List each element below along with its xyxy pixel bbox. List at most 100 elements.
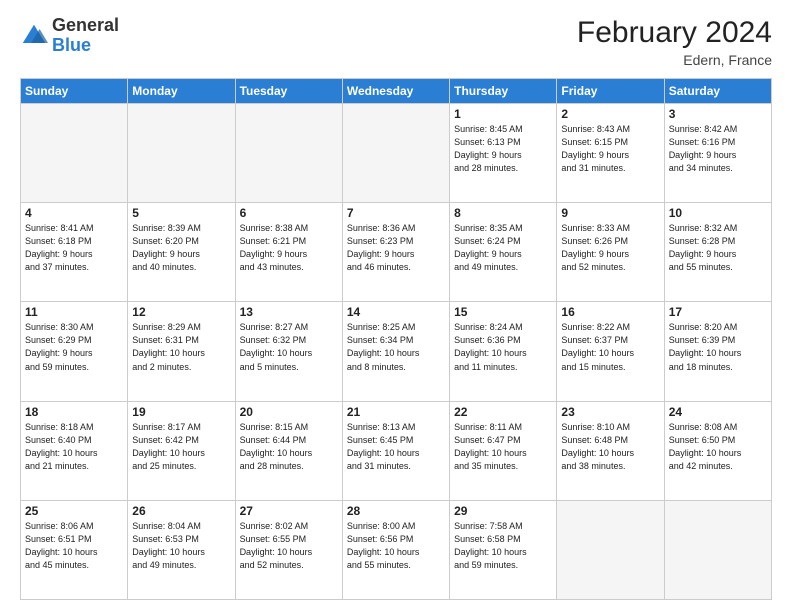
day-number: 14 xyxy=(347,305,445,319)
calendar-cell: 14 Sunrise: 8:25 AM Sunset: 6:34 PM Dayli… xyxy=(342,302,449,401)
day-info: Sunrise: 8:11 AM Sunset: 6:47 PM Dayligh… xyxy=(454,421,552,473)
day-number: 7 xyxy=(347,206,445,220)
day-info: Sunrise: 8:41 AM Sunset: 6:18 PM Dayligh… xyxy=(25,222,123,274)
calendar-cell: 26 Sunrise: 8:04 AM Sunset: 6:53 PM Dayli… xyxy=(128,500,235,599)
logo-blue: Blue xyxy=(52,35,91,55)
day-number: 25 xyxy=(25,504,123,518)
day-info: Sunrise: 8:17 AM Sunset: 6:42 PM Dayligh… xyxy=(132,421,230,473)
calendar-cell: 19 Sunrise: 8:17 AM Sunset: 6:42 PM Dayli… xyxy=(128,401,235,500)
calendar-header-tuesday: Tuesday xyxy=(235,79,342,104)
calendar-cell: 18 Sunrise: 8:18 AM Sunset: 6:40 PM Dayli… xyxy=(21,401,128,500)
day-info: Sunrise: 8:36 AM Sunset: 6:23 PM Dayligh… xyxy=(347,222,445,274)
day-number: 18 xyxy=(25,405,123,419)
calendar-cell xyxy=(557,500,664,599)
day-number: 3 xyxy=(669,107,767,121)
day-number: 23 xyxy=(561,405,659,419)
day-info: Sunrise: 8:42 AM Sunset: 6:16 PM Dayligh… xyxy=(669,123,767,175)
calendar-header-row: SundayMondayTuesdayWednesdayThursdayFrid… xyxy=(21,79,772,104)
day-number: 11 xyxy=(25,305,123,319)
calendar: SundayMondayTuesdayWednesdayThursdayFrid… xyxy=(20,78,772,600)
day-number: 21 xyxy=(347,405,445,419)
day-number: 20 xyxy=(240,405,338,419)
calendar-week-1: 4 Sunrise: 8:41 AM Sunset: 6:18 PM Daylig… xyxy=(21,203,772,302)
day-info: Sunrise: 8:20 AM Sunset: 6:39 PM Dayligh… xyxy=(669,321,767,373)
calendar-cell xyxy=(21,104,128,203)
calendar-cell: 27Sunrise: 8:02 AM Sunset: 6:55 PM Dayli… xyxy=(235,500,342,599)
day-number: 24 xyxy=(669,405,767,419)
location: Edern, France xyxy=(577,52,772,68)
day-number: 9 xyxy=(561,206,659,220)
calendar-header-saturday: Saturday xyxy=(664,79,771,104)
day-info: Sunrise: 8:18 AM Sunset: 6:40 PM Dayligh… xyxy=(25,421,123,473)
day-info: Sunrise: 8:00 AM Sunset: 6:56 PM Dayligh… xyxy=(347,520,445,572)
calendar-cell xyxy=(342,104,449,203)
day-info: Sunrise: 8:15 AM Sunset: 6:44 PM Dayligh… xyxy=(240,421,338,473)
day-info: Sunrise: 8:38 AM Sunset: 6:21 PM Dayligh… xyxy=(240,222,338,274)
logo-text: General Blue xyxy=(52,16,119,56)
calendar-cell: 2 Sunrise: 8:43 AM Sunset: 6:15 PM Daylig… xyxy=(557,104,664,203)
day-number: 5 xyxy=(132,206,230,220)
day-number: 26 xyxy=(132,504,230,518)
day-number: 10 xyxy=(669,206,767,220)
month-year: February 2024 xyxy=(577,16,772,50)
day-number: 6 xyxy=(240,206,338,220)
day-number: 13 xyxy=(240,305,338,319)
calendar-cell: 7 Sunrise: 8:36 AM Sunset: 6:23 PM Daylig… xyxy=(342,203,449,302)
calendar-header-thursday: Thursday xyxy=(450,79,557,104)
day-number: 2 xyxy=(561,107,659,121)
page: General Blue February 2024 Edern, France… xyxy=(0,0,792,612)
day-info: Sunrise: 8:10 AM Sunset: 6:48 PM Dayligh… xyxy=(561,421,659,473)
day-number: 4 xyxy=(25,206,123,220)
day-number: 29 xyxy=(454,504,552,518)
calendar-cell: 12 Sunrise: 8:29 AM Sunset: 6:31 PM Dayli… xyxy=(128,302,235,401)
day-info: Sunrise: 8:08 AM Sunset: 6:50 PM Dayligh… xyxy=(669,421,767,473)
day-info: Sunrise: 8:29 AM Sunset: 6:31 PM Dayligh… xyxy=(132,321,230,373)
calendar-cell: 24 Sunrise: 8:08 AM Sunset: 6:50 PM Dayli… xyxy=(664,401,771,500)
day-number: 15 xyxy=(454,305,552,319)
calendar-cell: 23 Sunrise: 8:10 AM Sunset: 6:48 PM Dayli… xyxy=(557,401,664,500)
day-info: Sunrise: 8:13 AM Sunset: 6:45 PM Dayligh… xyxy=(347,421,445,473)
calendar-cell: 29Sunrise: 7:58 AM Sunset: 6:58 PM Dayli… xyxy=(450,500,557,599)
day-info: Sunrise: 8:04 AM Sunset: 6:53 PM Dayligh… xyxy=(132,520,230,572)
day-info: Sunrise: 8:27 AM Sunset: 6:32 PM Dayligh… xyxy=(240,321,338,373)
logo-icon xyxy=(20,22,48,50)
calendar-cell xyxy=(664,500,771,599)
calendar-cell: 21 Sunrise: 8:13 AM Sunset: 6:45 PM Dayli… xyxy=(342,401,449,500)
day-info: Sunrise: 8:35 AM Sunset: 6:24 PM Dayligh… xyxy=(454,222,552,274)
calendar-cell: 8 Sunrise: 8:35 AM Sunset: 6:24 PM Daylig… xyxy=(450,203,557,302)
calendar-cell: 28Sunrise: 8:00 AM Sunset: 6:56 PM Dayli… xyxy=(342,500,449,599)
day-number: 19 xyxy=(132,405,230,419)
day-info: Sunrise: 8:06 AM Sunset: 6:51 PM Dayligh… xyxy=(25,520,123,572)
day-number: 22 xyxy=(454,405,552,419)
calendar-cell: 4 Sunrise: 8:41 AM Sunset: 6:18 PM Daylig… xyxy=(21,203,128,302)
day-info: Sunrise: 8:24 AM Sunset: 6:36 PM Dayligh… xyxy=(454,321,552,373)
day-number: 8 xyxy=(454,206,552,220)
calendar-cell: 20 Sunrise: 8:15 AM Sunset: 6:44 PM Dayli… xyxy=(235,401,342,500)
day-info: Sunrise: 8:33 AM Sunset: 6:26 PM Dayligh… xyxy=(561,222,659,274)
calendar-cell: 3 Sunrise: 8:42 AM Sunset: 6:16 PM Daylig… xyxy=(664,104,771,203)
calendar-cell: 1 Sunrise: 8:45 AM Sunset: 6:13 PM Daylig… xyxy=(450,104,557,203)
calendar-cell: 15 Sunrise: 8:24 AM Sunset: 6:36 PM Dayli… xyxy=(450,302,557,401)
calendar-week-2: 11Sunrise: 8:30 AM Sunset: 6:29 PM Dayli… xyxy=(21,302,772,401)
calendar-cell: 16 Sunrise: 8:22 AM Sunset: 6:37 PM Dayli… xyxy=(557,302,664,401)
calendar-cell: 5Sunrise: 8:39 AM Sunset: 6:20 PM Daylig… xyxy=(128,203,235,302)
calendar-cell: 25 Sunrise: 8:06 AM Sunset: 6:51 PM Dayli… xyxy=(21,500,128,599)
day-info: Sunrise: 8:43 AM Sunset: 6:15 PM Dayligh… xyxy=(561,123,659,175)
logo: General Blue xyxy=(20,16,119,56)
day-number: 17 xyxy=(669,305,767,319)
day-info: Sunrise: 8:45 AM Sunset: 6:13 PM Dayligh… xyxy=(454,123,552,175)
logo-general: General xyxy=(52,15,119,35)
calendar-cell: 9 Sunrise: 8:33 AM Sunset: 6:26 PM Daylig… xyxy=(557,203,664,302)
calendar-week-3: 18 Sunrise: 8:18 AM Sunset: 6:40 PM Dayli… xyxy=(21,401,772,500)
calendar-week-0: 1 Sunrise: 8:45 AM Sunset: 6:13 PM Daylig… xyxy=(21,104,772,203)
day-number: 16 xyxy=(561,305,659,319)
day-number: 1 xyxy=(454,107,552,121)
calendar-header-friday: Friday xyxy=(557,79,664,104)
day-info: Sunrise: 8:02 AM Sunset: 6:55 PM Dayligh… xyxy=(240,520,338,572)
day-info: Sunrise: 8:25 AM Sunset: 6:34 PM Dayligh… xyxy=(347,321,445,373)
day-number: 12 xyxy=(132,305,230,319)
calendar-header-monday: Monday xyxy=(128,79,235,104)
day-info: Sunrise: 8:32 AM Sunset: 6:28 PM Dayligh… xyxy=(669,222,767,274)
day-info: Sunrise: 8:22 AM Sunset: 6:37 PM Dayligh… xyxy=(561,321,659,373)
calendar-cell: 6 Sunrise: 8:38 AM Sunset: 6:21 PM Daylig… xyxy=(235,203,342,302)
